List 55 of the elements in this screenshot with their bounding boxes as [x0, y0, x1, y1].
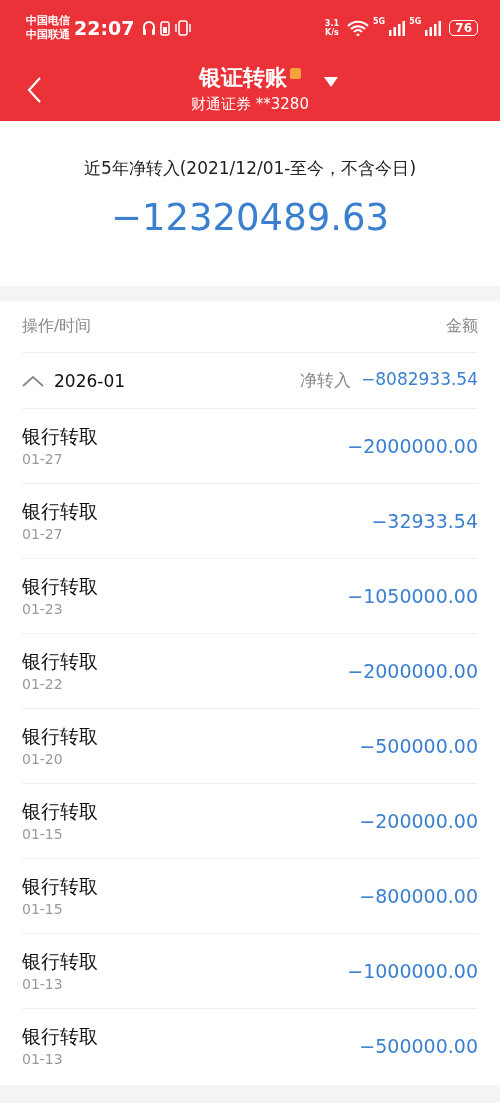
operation-name: 银行转取 [22, 799, 98, 824]
transfer-amount: −500000.00 [359, 1035, 478, 1057]
wifi-icon [347, 20, 369, 36]
column-header: 金额 [446, 316, 478, 337]
transfer-amount: −1050000.00 [347, 585, 478, 607]
vibrate-icon [174, 20, 193, 36]
transfer-amount: −1000000.00 [347, 960, 478, 982]
transfer-date: 01-13 [22, 1050, 64, 1069]
account-selector[interactable]: 财通证券 **3280 [191, 92, 309, 115]
transfer-amount: −2000000.00 [347, 435, 478, 457]
transfer-amount: −32933.54 [371, 510, 478, 532]
back-icon[interactable] [26, 76, 42, 104]
operation-name: 银行转取 [22, 874, 98, 899]
net-label: 净转入 [300, 369, 351, 392]
operation-name: 银行转取 [22, 649, 98, 674]
carrier-name: 中国电信 [26, 14, 70, 28]
transfer-date: 01-13 [22, 975, 64, 994]
net-amount: −8082933.54 [361, 369, 478, 391]
transfer-date: 01-27 [22, 525, 64, 544]
transfer-amount: −2000000.00 [347, 660, 478, 682]
month-group-header[interactable]: 2026-01 净转入 −8082933.54 [22, 353, 478, 409]
network-type: 5G [409, 17, 422, 26]
transfer-date: 01-22 [22, 675, 64, 694]
operation-name: 银行转取 [22, 499, 98, 524]
network-type: 5G [373, 17, 386, 26]
transfer-date: 01-23 [22, 600, 64, 619]
month-label: 2026-01 [54, 370, 126, 391]
signal-icon [425, 20, 442, 36]
badge-icon [290, 68, 301, 79]
dropdown-icon[interactable] [323, 76, 339, 88]
headphones-icon [142, 20, 157, 36]
column-header: 操作/时间 [22, 316, 92, 337]
net-amount: −12320489.63 [110, 196, 390, 239]
transfer-amount: −800000.00 [359, 885, 478, 907]
status-time: 22:07 [74, 17, 135, 39]
transfer-date: 01-15 [22, 900, 64, 919]
page-title: 银证转账 [199, 63, 287, 92]
network-speed: 3.1 [324, 19, 339, 28]
transfer-date: 01-27 [22, 450, 64, 469]
battery-saver-icon [160, 20, 171, 36]
transfer-amount: −200000.00 [359, 810, 478, 832]
operation-name: 银行转取 [22, 1024, 98, 1049]
operation-name: 银行转取 [22, 424, 98, 449]
carrier-name: 中国联通 [26, 28, 70, 42]
summary-label: 近5年净转入(2021/12/01-至今，不含今日) [83, 157, 417, 180]
transfer-date: 01-20 [22, 750, 64, 769]
operation-name: 银行转取 [22, 724, 98, 749]
battery-level: 76 [449, 20, 478, 36]
operation-name: 银行转取 [22, 949, 98, 974]
transfer-amount: −500000.00 [359, 735, 478, 757]
network-speed: K/s [325, 28, 339, 37]
transfer-date: 01-15 [22, 825, 64, 844]
chevron-up-icon[interactable] [22, 374, 44, 387]
operation-name: 银行转取 [22, 574, 98, 599]
signal-icon [389, 20, 406, 36]
